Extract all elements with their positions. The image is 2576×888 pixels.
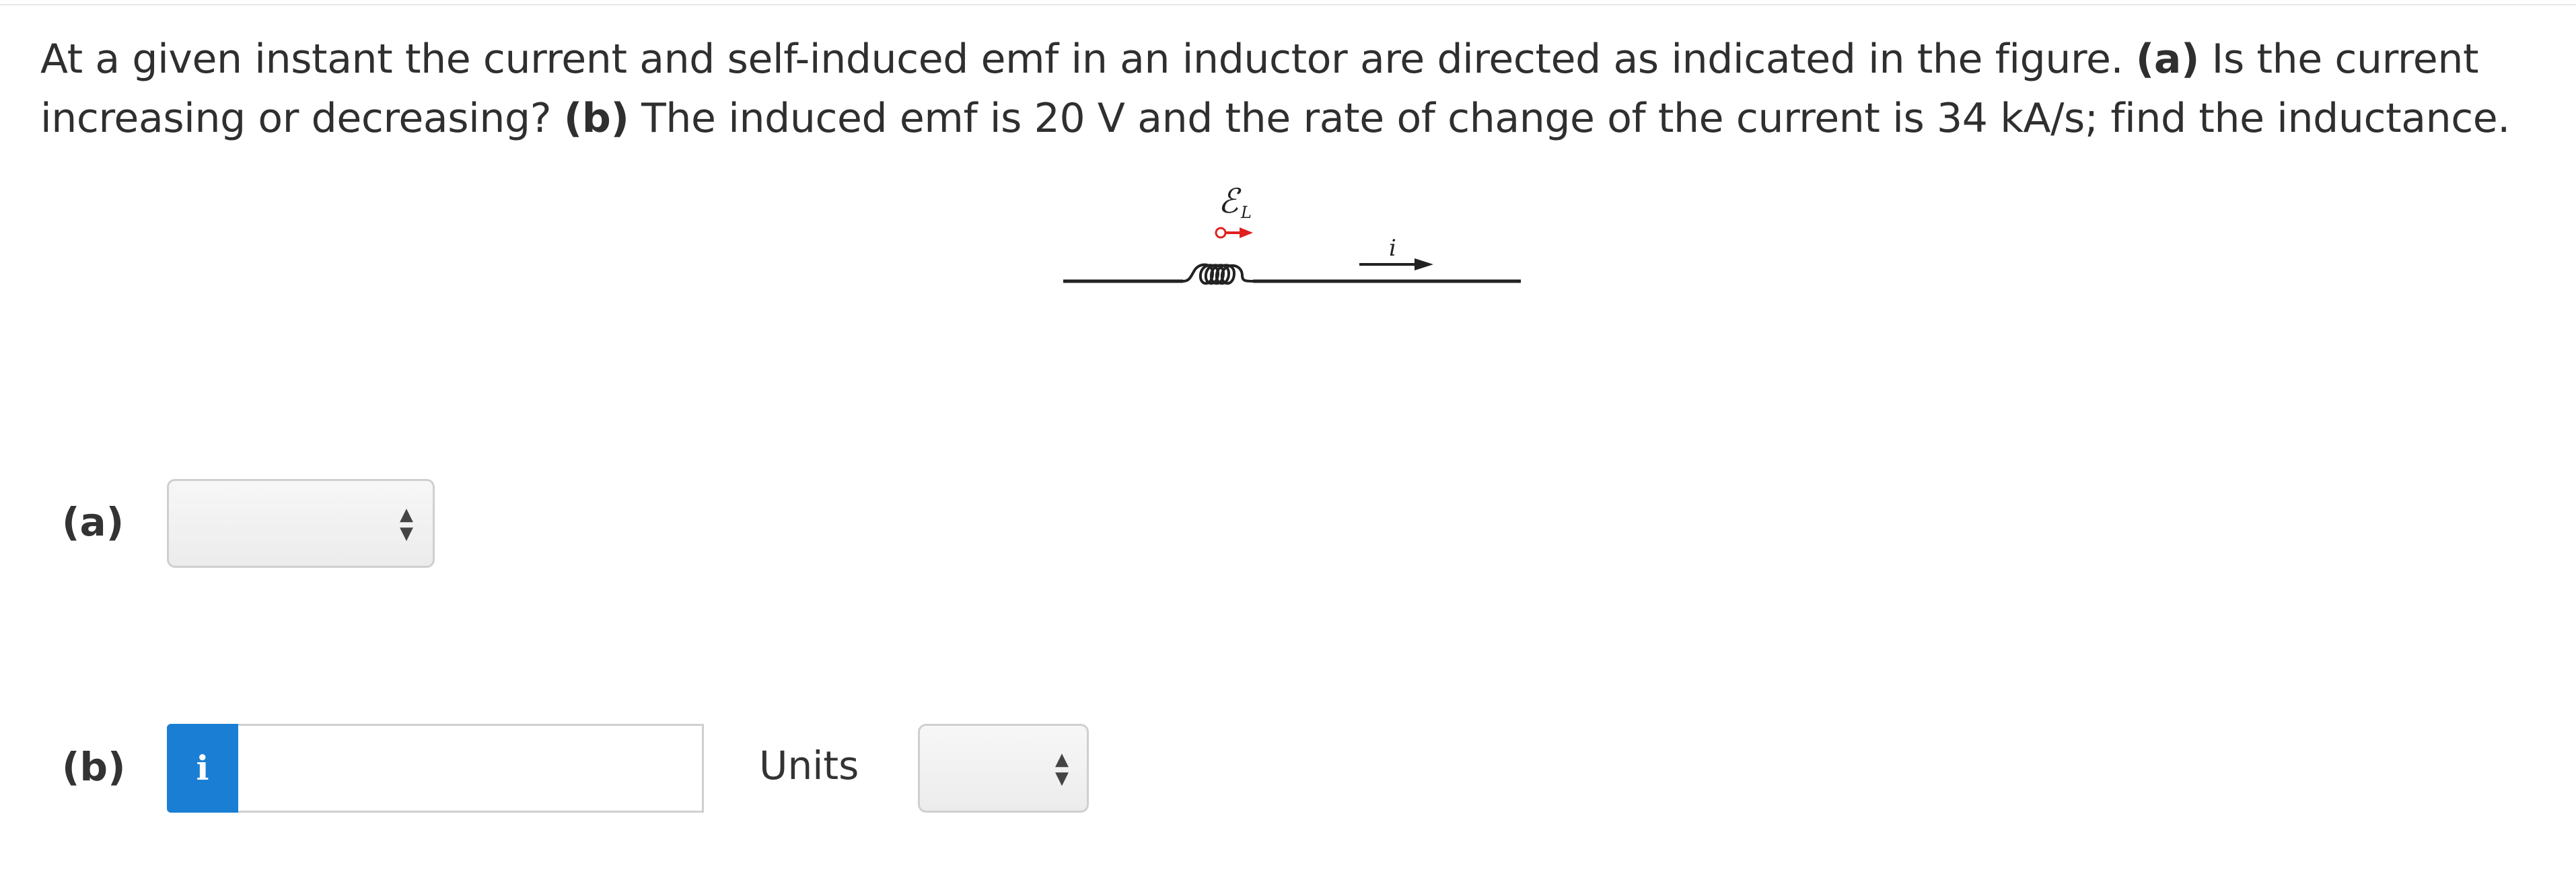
answer-b-label: (b) <box>62 744 126 790</box>
answer-a-dropdown[interactable]: ▲ ▼ <box>167 479 435 568</box>
part-b-question: The induced emf is 20 V and the rate of … <box>641 95 2510 142</box>
question-sentence-1: At a given instant the current and self-… <box>40 36 2124 83</box>
units-label: Units <box>759 743 859 788</box>
top-divider <box>0 4 2576 5</box>
inductor-coil <box>1182 263 1254 285</box>
question-text: At a given instant the current and self-… <box>40 30 2544 148</box>
updown-arrows-icon: ▲ ▼ <box>1055 749 1069 788</box>
updown-arrows-icon: ▲ ▼ <box>400 505 413 544</box>
current-symbol: i <box>1389 235 1396 262</box>
current-arrow-head <box>1415 258 1433 270</box>
part-a-marker: (a) <box>2135 36 2200 83</box>
question-page: At a given instant the current and self-… <box>0 0 2576 888</box>
answer-b-input[interactable] <box>238 724 704 813</box>
answer-a-label: (a) <box>62 499 124 545</box>
part-b-marker: (b) <box>563 95 629 142</box>
emf-arrow-head <box>1240 227 1253 238</box>
emf-symbol: ℰ <box>1218 182 1242 221</box>
units-dropdown[interactable]: ▲ ▼ <box>918 724 1089 813</box>
info-icon[interactable]: i <box>167 724 238 813</box>
inductor-figure: ℰ L i <box>1063 182 1521 285</box>
emf-subscript: L <box>1240 203 1252 222</box>
emf-arrow-tail <box>1215 227 1227 239</box>
